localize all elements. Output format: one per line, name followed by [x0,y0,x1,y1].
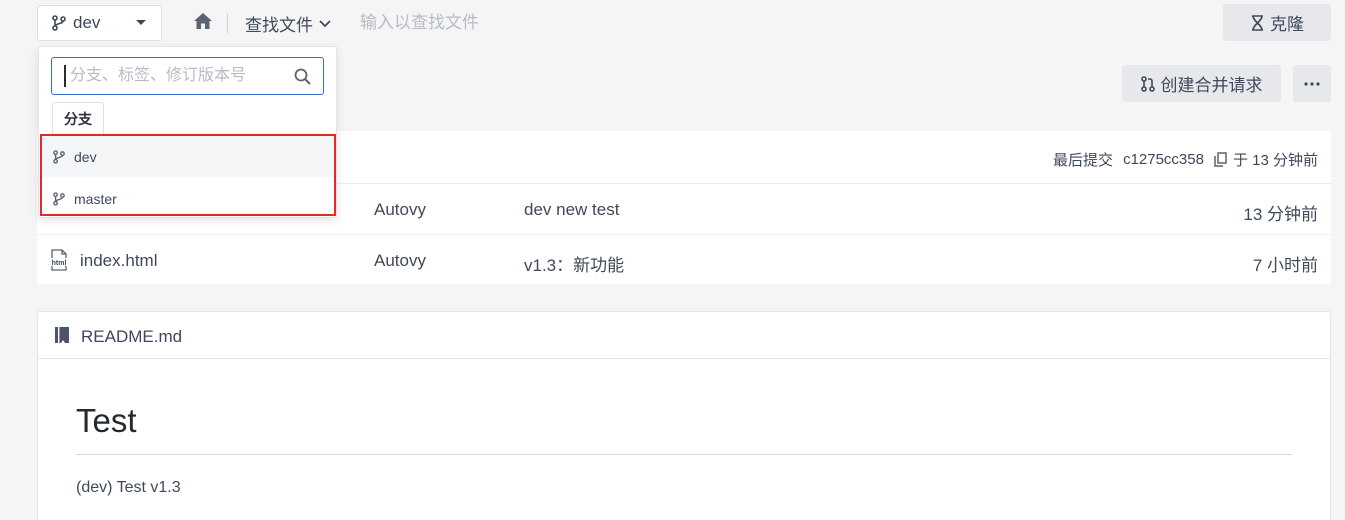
tab-branches-label: 分支 [64,111,92,127]
create-merge-request-button[interactable]: 创建合并请求 [1122,65,1281,102]
find-file-menu[interactable]: 查找文件 [245,11,331,36]
merge-request-label: 创建合并请求 [1160,76,1263,95]
branch-search-input[interactable] [64,65,284,87]
book-icon [55,327,69,343]
clone-icon [1252,14,1263,31]
readme-filename: README.md [81,327,183,346]
branch-icon [53,149,65,164]
branch-dropdown: 分支 dev master [38,46,337,218]
branch-option-label: dev [74,148,97,165]
html-file-icon: html [49,249,69,271]
commit-author: Autovy [374,200,426,219]
table-row: html index.html Autovy v1.3：新功能 7 小时前 [37,236,1331,286]
readme-content: Test (dev) Test v1.3 [76,402,1292,497]
last-commit-info: 最后提交 c1275cc358 于 13 分钟前 [1053,149,1318,170]
commit-hash-link[interactable]: c1275cc358 [1123,151,1204,168]
chevron-down-icon [319,19,331,27]
search-icon [294,68,311,85]
commit-time: 7 小时前 [1252,256,1318,275]
branch-option-dev[interactable]: dev [40,136,335,177]
readme-panel: README.md Test (dev) Test v1.3 [37,311,1331,520]
current-branch-label: dev [73,13,101,32]
clone-label: 克隆 [1270,15,1304,34]
readme-header: README.md [38,312,1330,359]
last-commit-label: 最后提交 [1053,152,1114,169]
more-options-button[interactable] [1293,65,1331,102]
branch-option-label: master [74,190,117,207]
toolbar-divider [227,13,228,33]
tab-branches[interactable]: 分支 [52,102,104,135]
find-file-label: 查找文件 [245,16,313,35]
branch-icon [53,191,65,206]
commit-message-link[interactable]: v1.3：新功能 [524,251,624,276]
file-name-link[interactable]: index.html [80,251,157,271]
readme-heading: Test [76,402,1292,455]
last-commit-time: 于 13 分钟前 [1232,152,1318,169]
copy-icon[interactable] [1214,152,1227,167]
merge-request-icon [1140,75,1155,92]
commit-author: Autovy [374,251,426,270]
caret-down-icon [136,20,146,25]
more-horizontal-icon [1304,81,1320,86]
branch-search-box [51,57,324,95]
branch-icon [52,15,66,31]
svg-text:html: html [52,260,67,267]
branch-option-master[interactable]: master [40,178,335,219]
find-file-input[interactable] [360,8,660,38]
home-icon[interactable] [193,12,213,30]
clone-button[interactable]: 克隆 [1223,4,1331,41]
commit-message-link[interactable]: dev new test [524,200,619,220]
branch-selector-button[interactable]: dev [37,5,162,41]
commit-time: 13 分钟前 [1243,205,1318,224]
readme-text: (dev) Test v1.3 [76,479,181,496]
